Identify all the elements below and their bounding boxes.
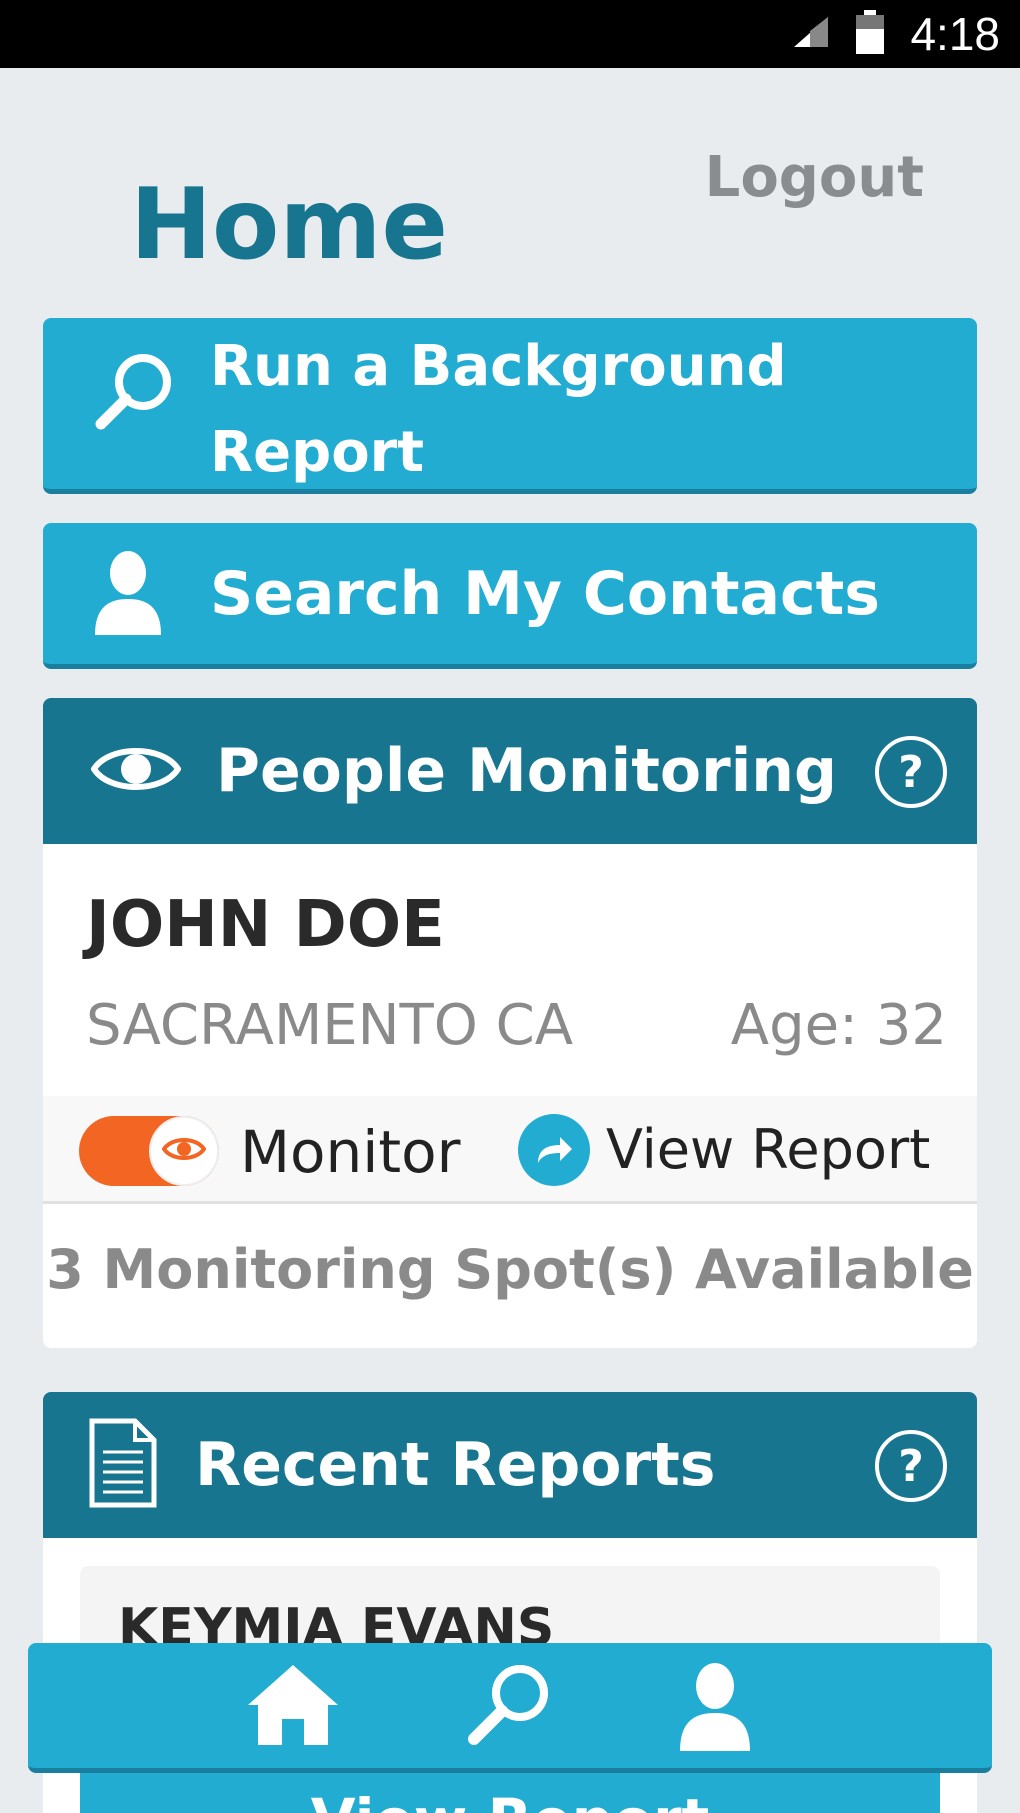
people-monitoring-title: People Monitoring [216,736,837,806]
toggle-knob [149,1116,219,1186]
view-report-link[interactable]: View Report [606,1118,930,1181]
monitor-toggle[interactable] [79,1116,219,1186]
monitoring-spots-available: 3 Monitoring Spot(s) Available [46,1238,974,1301]
eye-icon [90,739,182,803]
home-icon[interactable] [246,1661,340,1751]
status-time: 4:18 [910,8,1000,60]
status-bar: 4:18 [0,0,1020,68]
signal-icon [790,15,830,53]
monitoring-help-button[interactable]: ? [875,736,947,808]
monitor-label: Monitor [240,1118,461,1186]
person-age: Age: 32 [730,993,947,1058]
run-background-report-label: Run a Background Report [210,324,787,496]
bottom-nav [28,1643,992,1773]
battery-icon [856,10,885,58]
run-background-report-button[interactable]: Run a Background Report [43,318,977,494]
monitor-controls-row: Monitor View Report [43,1096,977,1204]
recent-reports-header: Recent Reports ? [43,1392,977,1538]
people-monitoring-card: People Monitoring ? JOHN DOE SACRAMENTO … [43,698,977,1348]
run-background-report-line2: Report [210,420,425,485]
reports-help-button[interactable]: ? [875,1430,947,1502]
search-icon [93,350,175,457]
user-icon [93,549,163,650]
eye-icon [161,1134,207,1168]
person-name: JOHN DOE [86,888,445,962]
person-location: SACRAMENTO CA [86,993,574,1058]
people-monitoring-header: People Monitoring ? [43,698,977,844]
report-view-button[interactable]: View Report [80,1766,940,1813]
recent-reports-title: Recent Reports [195,1430,716,1500]
search-contacts-button[interactable]: Search My Contacts [43,523,977,669]
user-icon[interactable] [678,1661,752,1755]
logout-button[interactable]: Logout [705,145,924,210]
page-title: Home [130,168,448,282]
run-background-report-line1: Run a Background [210,334,787,399]
view-report-arrow-icon[interactable] [518,1114,590,1186]
search-icon[interactable] [466,1661,552,1751]
search-contacts-label: Search My Contacts [210,558,880,629]
document-icon [89,1418,157,1512]
